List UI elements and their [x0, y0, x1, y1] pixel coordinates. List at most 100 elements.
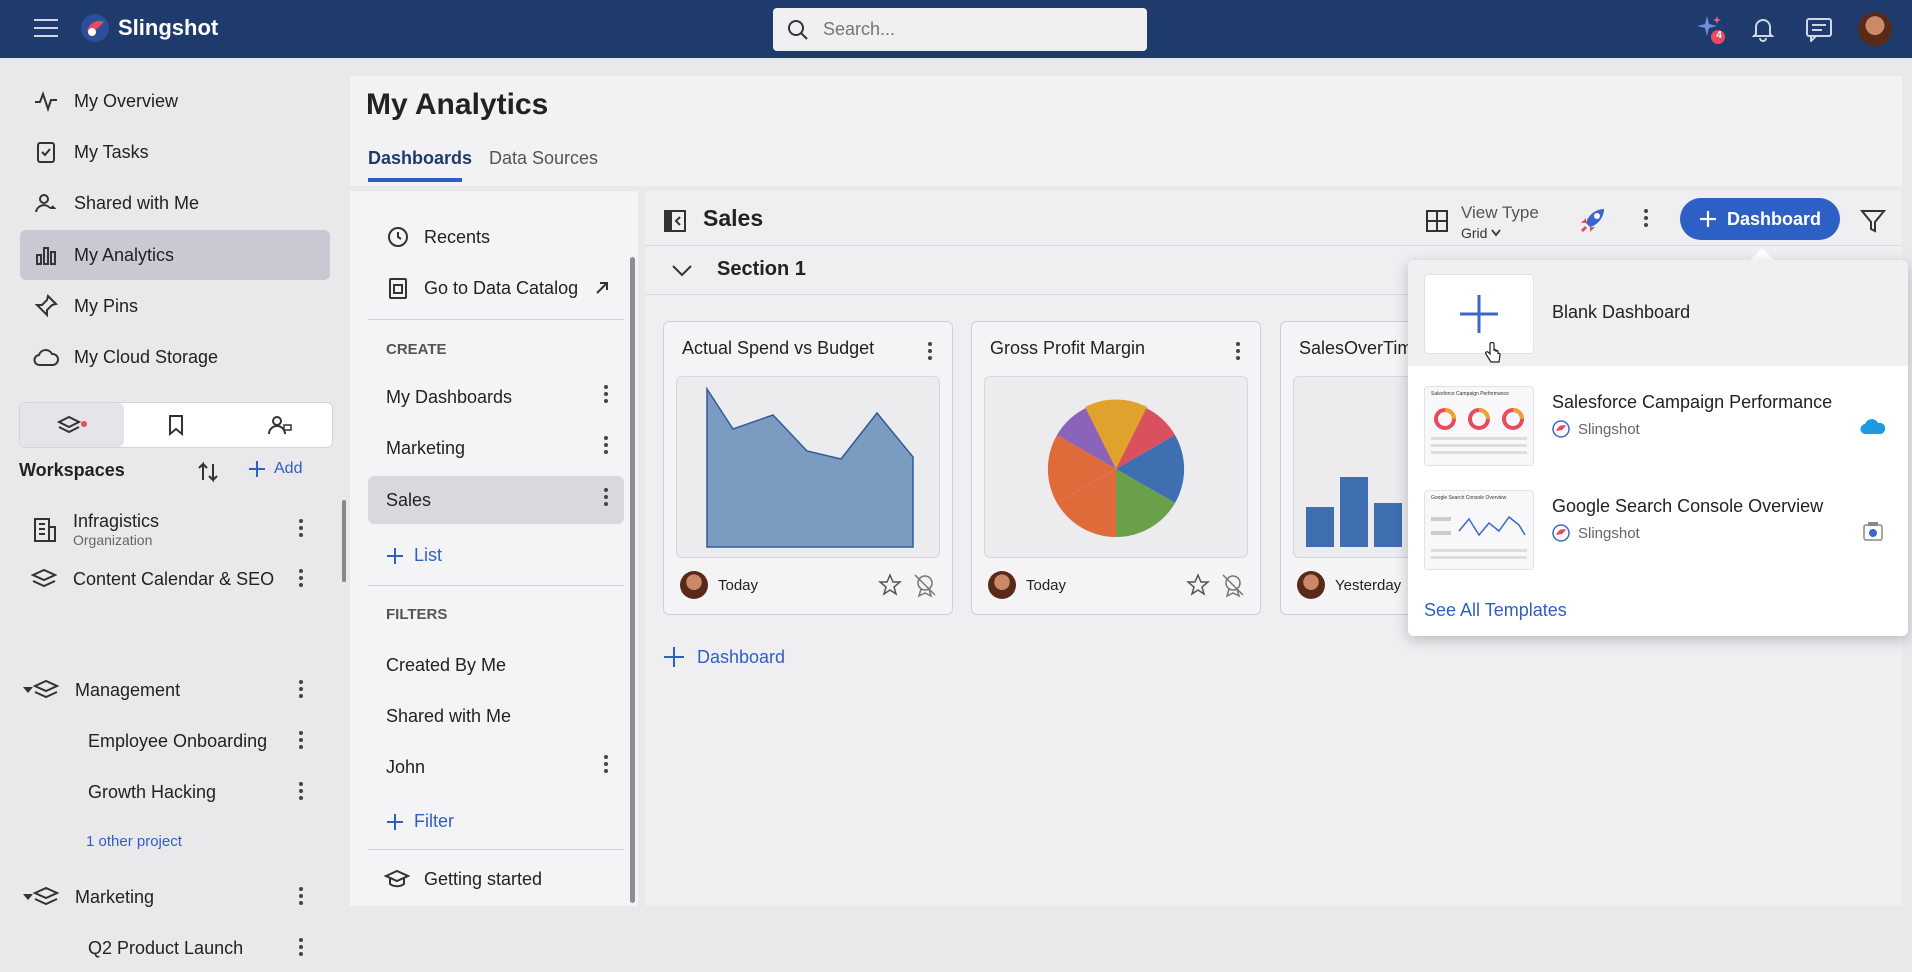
catalog-label: Go to Data Catalog: [424, 277, 579, 298]
award-disabled-icon[interactable]: [1220, 572, 1246, 598]
tab-dashboards[interactable]: Dashboards: [368, 148, 472, 169]
page-title: My Analytics: [366, 88, 549, 121]
kebab-menu-icon[interactable]: [291, 680, 311, 704]
add-dashboard-link[interactable]: Dashboard: [663, 646, 785, 668]
google-search-console-icon: [1863, 522, 1883, 541]
kebab-menu-icon[interactable]: [596, 755, 616, 779]
workspace-tab-layers[interactable]: [20, 403, 124, 447]
workspace-item-marketing[interactable]: Marketing: [19, 873, 311, 921]
bell-icon[interactable]: [1748, 14, 1778, 44]
filter-icon[interactable]: [1859, 207, 1887, 240]
card-date: Yesterday: [1335, 576, 1402, 594]
blank-dashboard-option[interactable]: Blank Dashboard: [1408, 260, 1908, 366]
filter-item-created-by-me[interactable]: Created By Me: [368, 641, 624, 689]
filter-item-john[interactable]: John: [368, 743, 624, 791]
nav-my-tasks[interactable]: My Tasks: [20, 127, 330, 177]
template-salesforce-campaign[interactable]: Salesforce Campaign Performance Salesfor…: [1408, 382, 1908, 468]
nav-my-cloud-storage[interactable]: My Cloud Storage: [20, 332, 330, 382]
nav-my-analytics[interactable]: My Analytics: [20, 230, 330, 280]
section-title: Section 1: [717, 258, 806, 280]
workspaces-header: Workspaces Add: [19, 460, 331, 490]
kebab-menu-icon[interactable]: [291, 782, 311, 806]
nav-my-pins[interactable]: My Pins: [20, 281, 330, 331]
getting-started-item[interactable]: Getting started: [368, 855, 624, 903]
add-filter-button[interactable]: Filter: [386, 811, 454, 832]
kebab-menu-icon[interactable]: [596, 385, 616, 409]
list-item-marketing[interactable]: Marketing: [368, 424, 624, 472]
list-item-my-dashboards[interactable]: My Dashboards: [368, 373, 624, 421]
hamburger-menu-icon[interactable]: [34, 17, 58, 39]
workspace-item-content-calendar[interactable]: Content Calendar & SEO: [19, 555, 311, 603]
top-bar: Slingshot 4: [0, 0, 1912, 58]
star-icon[interactable]: [1186, 573, 1210, 597]
panel-scrollbar[interactable]: [630, 257, 635, 903]
nav-my-overview[interactable]: My Overview: [20, 76, 330, 126]
star-icon[interactable]: [878, 573, 902, 597]
add-dashboard-button[interactable]: Dashboard: [1680, 198, 1840, 240]
list-item-sales[interactable]: Sales: [368, 476, 624, 524]
kebab-menu-icon[interactable]: [1236, 342, 1240, 360]
workspace-item-infragistics[interactable]: Infragistics Organization: [19, 505, 311, 553]
view-type-selector[interactable]: View Type Grid: [1425, 201, 1545, 241]
sidebar: My Overview My Tasks Shared with Me My A…: [0, 58, 350, 958]
add-list-button[interactable]: List: [386, 545, 442, 566]
getting-started-label: Getting started: [424, 868, 543, 889]
kebab-menu-icon[interactable]: [291, 731, 311, 755]
other-projects-link[interactable]: 1 other project: [19, 823, 311, 859]
dashboard-card-actual-spend[interactable]: Actual Spend vs Budget Today: [663, 321, 953, 615]
go-to-data-catalog[interactable]: Go to Data Catalog: [368, 264, 624, 312]
kebab-menu-icon[interactable]: [596, 488, 616, 512]
nav-label: My Cloud Storage: [74, 346, 219, 367]
notification-badge: 4: [1716, 30, 1722, 41]
recents-item[interactable]: Recents: [368, 213, 624, 261]
tab-data-sources[interactable]: Data Sources: [489, 148, 598, 169]
kebab-menu-icon[interactable]: [291, 569, 311, 593]
chevron-down-icon[interactable]: [671, 264, 693, 278]
nav-label: My Pins: [74, 295, 139, 316]
see-all-templates-link[interactable]: See All Templates: [1424, 600, 1567, 621]
template-google-search-console[interactable]: Google Search Console Overview Google Se…: [1408, 486, 1908, 572]
workspace-item-management[interactable]: Management: [19, 666, 311, 714]
workspace-subtitle: Organization: [73, 531, 153, 548]
award-disabled-icon[interactable]: [912, 572, 938, 598]
grid-icon: [1426, 210, 1448, 232]
line-chart-preview: [1431, 515, 1527, 559]
bar-chart-icon: [32, 243, 60, 267]
kebab-menu-icon[interactable]: [291, 938, 311, 962]
project-item-growth-hacking[interactable]: Growth Hacking: [19, 768, 311, 816]
task-icon: [32, 140, 60, 164]
app-name: Slingshot: [118, 15, 219, 40]
people-icon: [268, 416, 292, 435]
sort-icon[interactable]: [197, 460, 219, 484]
add-workspace-button[interactable]: Add: [248, 460, 302, 478]
card-date: Today: [718, 576, 759, 594]
sparkle-ai-icon[interactable]: 4: [1695, 14, 1725, 44]
kebab-menu-icon[interactable]: [596, 436, 616, 460]
caret-down-icon[interactable]: [23, 892, 33, 902]
messages-icon[interactable]: [1804, 14, 1834, 44]
nav-shared-with-me[interactable]: Shared with Me: [20, 178, 330, 228]
workspace-tab-bookmarks[interactable]: [124, 403, 228, 447]
search-input[interactable]: [821, 18, 1125, 41]
app-logo[interactable]: Slingshot: [80, 13, 218, 43]
kebab-menu-icon[interactable]: [291, 887, 311, 911]
dashboard-card-gross-profit[interactable]: Gross Profit Margin Today: [971, 321, 1261, 615]
kebab-menu-icon[interactable]: [291, 519, 311, 543]
user-avatar[interactable]: [1858, 12, 1892, 46]
collapse-panel-icon[interactable]: [663, 209, 687, 238]
kebab-menu-icon[interactable]: [1644, 209, 1648, 227]
blank-dashboard-label: Blank Dashboard: [1552, 302, 1691, 322]
workspace-tab-people[interactable]: [228, 403, 332, 447]
filter-item-shared-with-me[interactable]: Shared with Me: [368, 692, 624, 740]
search-bar[interactable]: [773, 8, 1147, 51]
kebab-menu-icon[interactable]: [928, 342, 932, 360]
main-header: My Analytics Dashboards Data Sources: [350, 76, 1902, 186]
project-item-employee-onboarding[interactable]: Employee Onboarding: [19, 717, 311, 765]
template-source: Slingshot: [1552, 524, 1640, 542]
plus-icon: [387, 547, 403, 564]
caret-down-icon[interactable]: [23, 685, 33, 695]
rocket-icon[interactable]: [1578, 205, 1608, 240]
project-item-q2-product-launch[interactable]: Q2 Product Launch: [19, 924, 311, 972]
nav-label: My Analytics: [74, 244, 175, 265]
sidebar-scrollbar[interactable]: [342, 500, 346, 582]
